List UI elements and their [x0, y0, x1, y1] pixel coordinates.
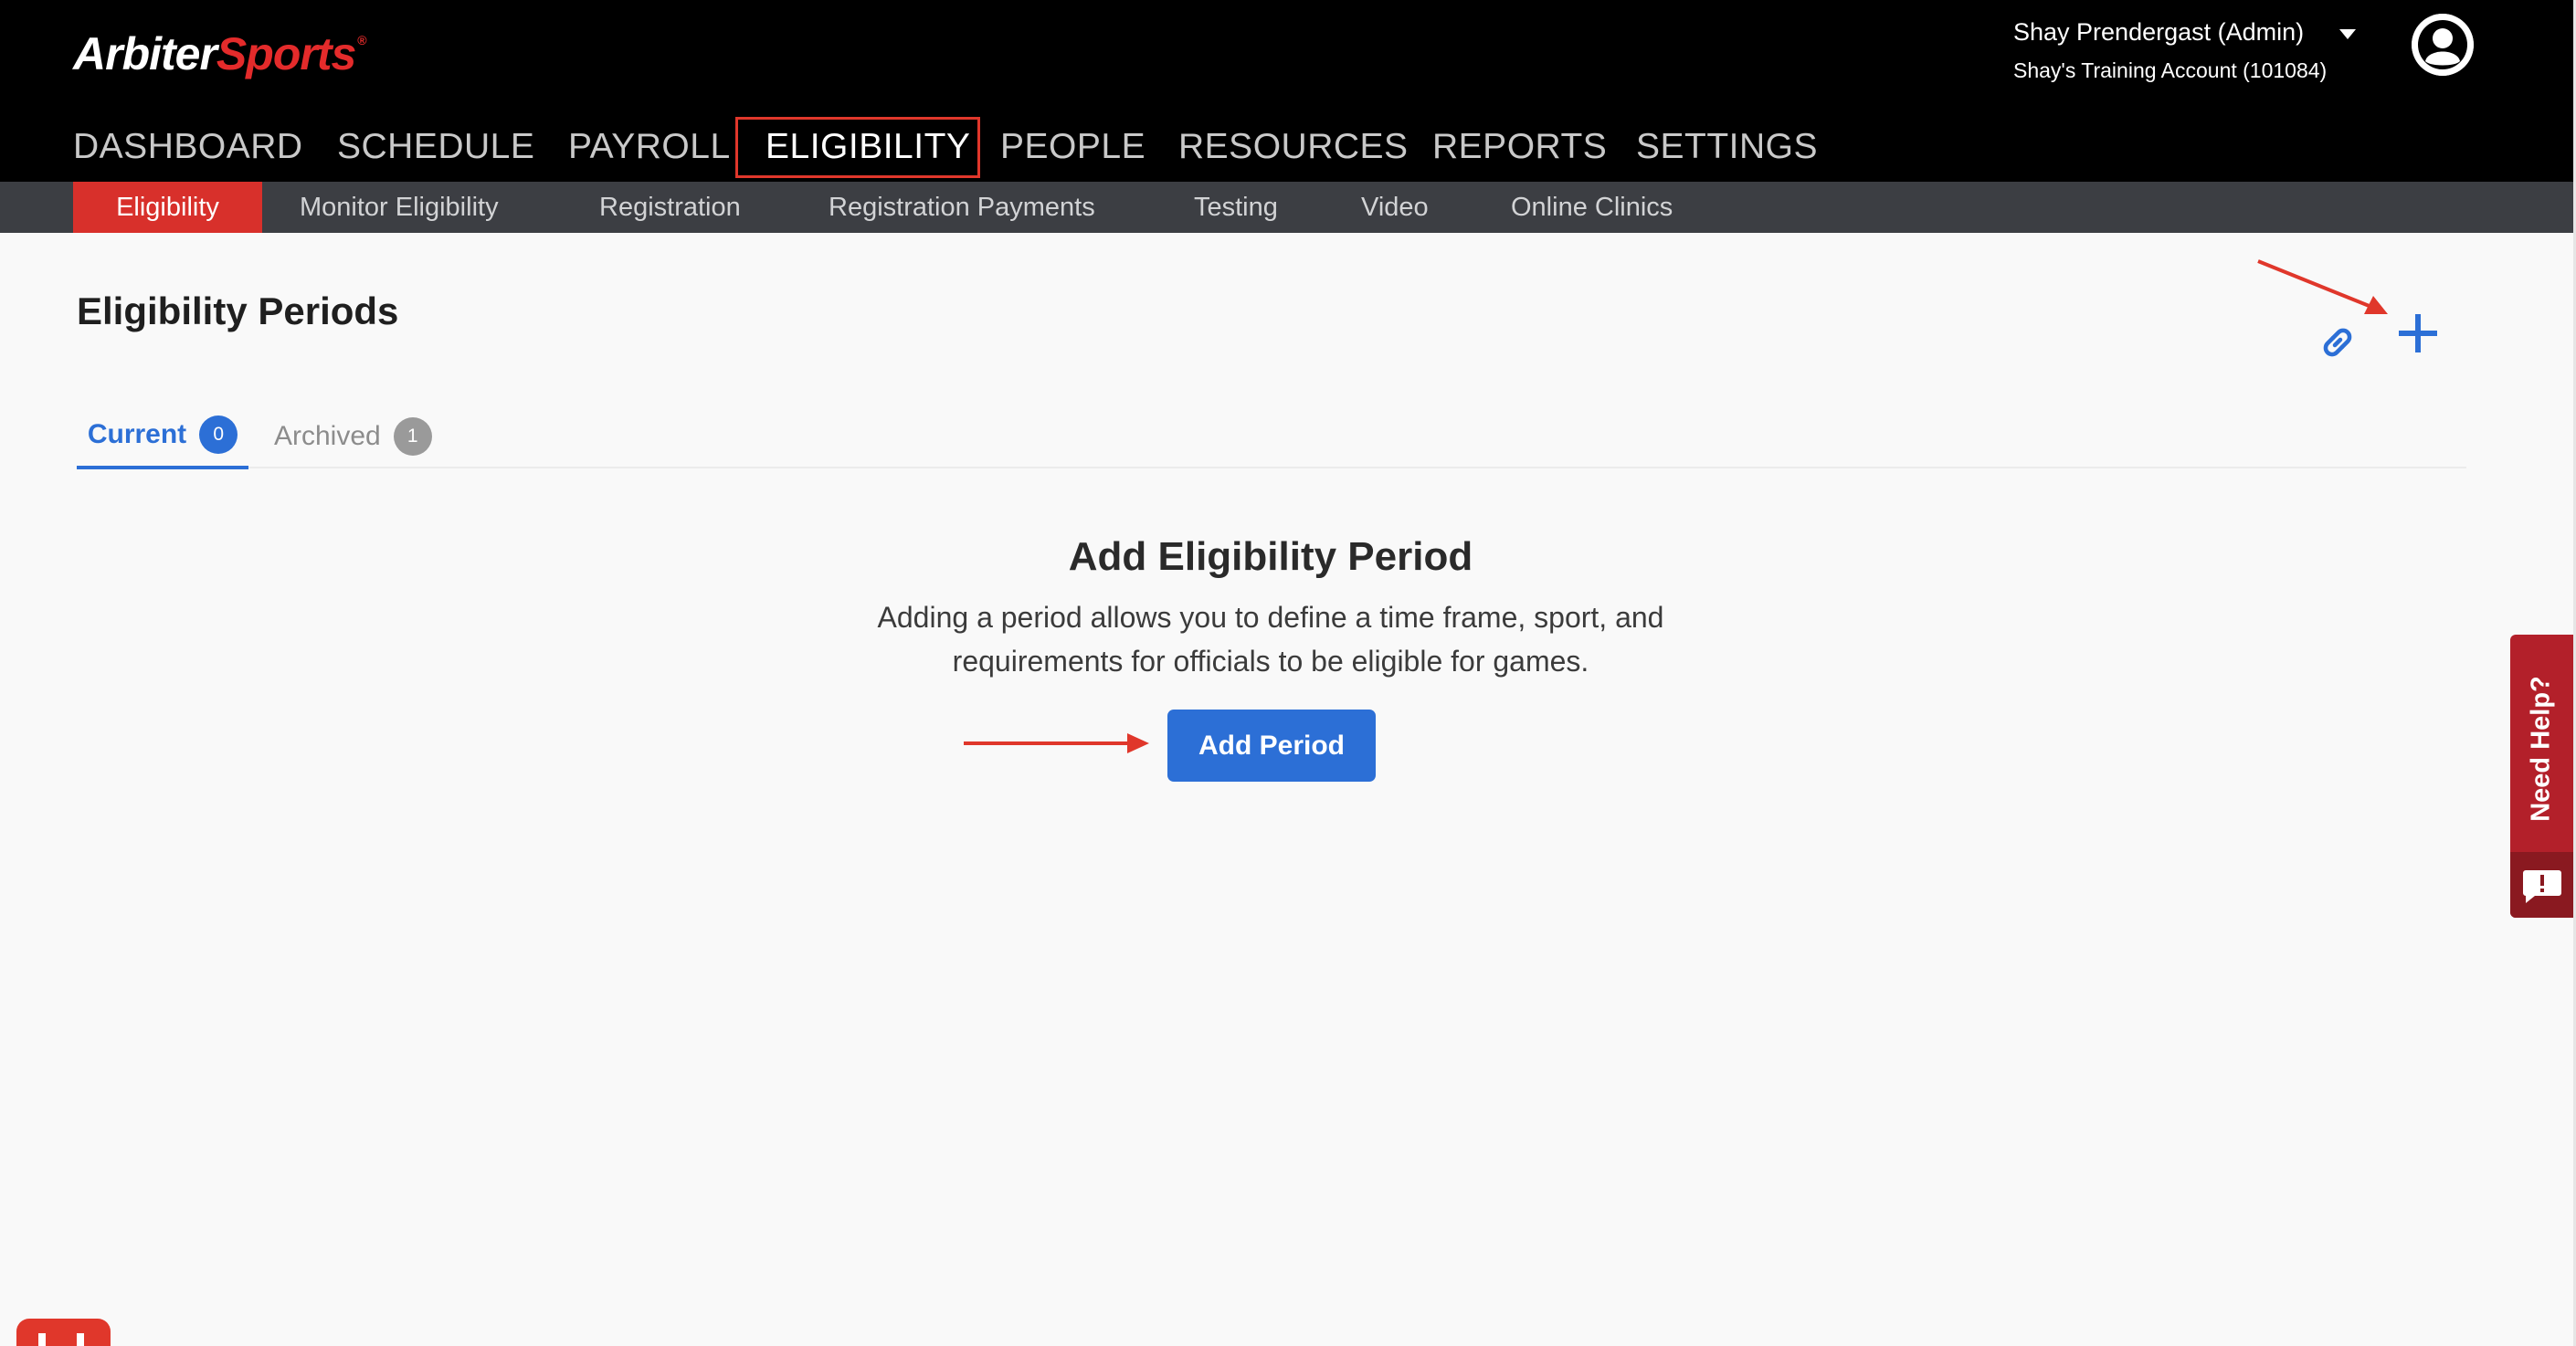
arrow-to-plus-icon [2257, 259, 2388, 314]
need-help-widget[interactable]: Need Help? [2510, 635, 2573, 918]
need-help-label: Need Help? [2526, 676, 2556, 822]
nav-payroll[interactable]: PAYROLL [568, 114, 731, 180]
nav-schedule[interactable]: SCHEDULE [337, 114, 534, 180]
arbitersports-logo[interactable]: Arbiter Sports ® [73, 26, 367, 80]
chat-launcher-button[interactable] [16, 1319, 111, 1346]
subnav-registration[interactable]: Registration [599, 182, 741, 233]
tab-archived-count-badge: 1 [393, 417, 432, 456]
subnav-testing[interactable]: Testing [1194, 182, 1278, 233]
chat-exclamation-icon[interactable] [2510, 852, 2573, 918]
subnav-online-clinics[interactable]: Online Clinics [1511, 182, 1673, 233]
empty-state-title: Add Eligibility Period [1068, 534, 1473, 579]
eligibility-highlight-box [735, 117, 980, 178]
subnav-video[interactable]: Video [1361, 182, 1429, 233]
nav-reports[interactable]: REPORTS [1432, 114, 1607, 180]
arrow-to-add-period-button [964, 733, 1149, 753]
top-header: Arbiter Sports ® Shay Prendergast (Admin) … [0, 0, 2573, 182]
plus-icon[interactable] [2395, 307, 2441, 360]
nav-people[interactable]: PEOPLE [1000, 114, 1145, 180]
empty-state-description: Adding a period allows you to define a t… [814, 595, 1727, 683]
tab-current[interactable]: Current 0 [77, 404, 248, 469]
page-title: Eligibility Periods [77, 289, 399, 332]
link-icon[interactable] [2317, 321, 2359, 363]
subnav-monitor-eligibility[interactable]: Monitor Eligibility [300, 182, 499, 233]
empty-state-line-2: requirements for officials to be eligibl… [952, 645, 1589, 678]
nav-dashboard[interactable]: DASHBOARD [73, 114, 303, 180]
subnav-eligibility[interactable]: Eligibility [73, 182, 262, 233]
account-name: Shay's Training Account (101084) [2013, 58, 2328, 82]
subnav-registration-payments[interactable]: Registration Payments [829, 182, 1095, 233]
user-avatar-icon[interactable] [2412, 14, 2474, 76]
nav-resources[interactable]: RESOURCES [1178, 114, 1409, 180]
caret-down-icon[interactable] [2339, 29, 2356, 39]
empty-state-line-1: Adding a period allows you to define a t… [877, 601, 1664, 634]
nav-settings[interactable]: SETTINGS [1636, 114, 1818, 180]
sub-navigation: Eligibility Monitor Eligibility Registra… [0, 182, 2573, 233]
tab-current-label: Current [87, 419, 187, 449]
tab-archived-label: Archived [274, 421, 381, 451]
user-menu-name[interactable]: Shay Prendergast (Admin) [2013, 18, 2304, 47]
main-navigation: DASHBOARD SCHEDULE PAYROLL ELIGIBILITY P… [0, 114, 2573, 180]
add-period-button[interactable]: Add Period [1167, 710, 1376, 782]
tab-archived[interactable]: Archived 1 [274, 404, 457, 469]
tab-current-count-badge: 0 [199, 415, 238, 454]
